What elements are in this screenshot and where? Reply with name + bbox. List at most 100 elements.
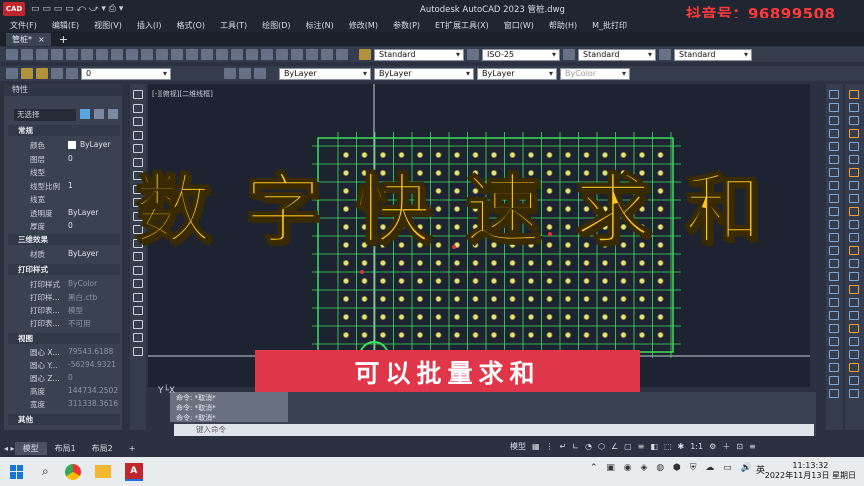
zoom-previous-icon[interactable] xyxy=(231,49,243,60)
modify-tool-icon[interactable] xyxy=(849,129,859,138)
property-value[interactable]: 黑白.ctb xyxy=(68,292,97,303)
property-value[interactable]: 311338.3616 xyxy=(68,399,118,408)
ime-indicator[interactable]: 英 xyxy=(756,463,765,476)
menu-item[interactable]: 窗口(W) xyxy=(504,20,534,31)
selection-select[interactable]: 无选择 xyxy=(14,109,76,121)
markup-icon[interactable] xyxy=(306,49,318,60)
search-icon[interactable]: ⌕ xyxy=(42,464,49,479)
menu-item[interactable]: 插入(I) xyxy=(137,20,162,31)
modify-tool-icon[interactable] xyxy=(849,389,859,398)
windows-start-icon[interactable] xyxy=(10,464,24,479)
dimension-tool-icon[interactable] xyxy=(829,389,839,398)
save-icon[interactable] xyxy=(36,49,48,60)
viewport-label[interactable]: [-][俯视][二维线框] xyxy=(152,89,213,99)
dimension-tool-icon[interactable] xyxy=(829,350,839,359)
multileader-style-select[interactable]: Standard xyxy=(674,48,752,61)
transparency-icon[interactable]: ◧ xyxy=(650,442,658,451)
lock-icon[interactable] xyxy=(51,68,63,79)
command-input[interactable]: 键入命令 xyxy=(174,424,814,436)
menu-item[interactable]: ET扩展工具(X) xyxy=(435,20,489,31)
modify-tool-icon[interactable] xyxy=(849,90,859,99)
sun-icon[interactable] xyxy=(36,68,48,79)
menu-item[interactable]: 绘图(D) xyxy=(262,20,290,31)
model-space-button[interactable]: 模型 xyxy=(510,441,526,452)
modify-tool-icon[interactable] xyxy=(849,259,859,268)
dimension-tool-icon[interactable] xyxy=(829,324,839,333)
dimension-tool-icon[interactable] xyxy=(829,311,839,320)
menu-item[interactable]: 编辑(E) xyxy=(52,20,79,31)
modify-tool-icon[interactable] xyxy=(849,207,859,216)
menu-item[interactable]: 工具(T) xyxy=(220,20,247,31)
new-tab-button[interactable]: + xyxy=(59,33,68,46)
dimension-tool-icon[interactable] xyxy=(829,272,839,281)
dimension-tool-icon[interactable] xyxy=(829,129,839,138)
modify-tool-icon[interactable] xyxy=(849,181,859,190)
modify-tool-icon[interactable] xyxy=(849,363,859,372)
add-layout-icon[interactable]: + xyxy=(121,442,144,455)
modify-tool-icon[interactable] xyxy=(849,246,859,255)
autocad-taskbar-icon[interactable]: A xyxy=(124,462,143,481)
quick-access-icons[interactable]: ▭ ▭ ▭ ▭ ⤺ ⤻ ▾ ⎙ ▾ xyxy=(31,4,123,14)
menu-item[interactable]: M_批打印 xyxy=(592,20,627,31)
dimension-tool-icon[interactable] xyxy=(829,298,839,307)
dimension-tool-icon[interactable] xyxy=(829,363,839,372)
menu-item[interactable]: 文件(F) xyxy=(10,20,37,31)
modify-tool-icon[interactable] xyxy=(849,168,859,177)
draw-tool-icon[interactable] xyxy=(133,306,143,315)
undo-icon[interactable] xyxy=(156,49,168,60)
system-tray-icons[interactable]: ⌃ ▣ ◉ ◈ ◍ ⬢ ⛨ ☁ ▭ 🔊 xyxy=(590,463,755,473)
clock[interactable]: 11:13:32 2022年11月13日 星期日 xyxy=(765,461,856,481)
modify-tool-icon[interactable] xyxy=(849,194,859,203)
zoom-window-icon[interactable] xyxy=(216,49,228,60)
menu-item[interactable]: 标注(N) xyxy=(306,20,334,31)
workspace-gear-icon[interactable]: ⚙ xyxy=(709,442,716,451)
modify-tool-icon[interactable] xyxy=(849,155,859,164)
property-value[interactable]: ByLayer xyxy=(80,140,111,149)
layer-select[interactable]: 0 xyxy=(81,67,171,80)
modify-tool-icon[interactable] xyxy=(849,311,859,320)
section-view[interactable]: 视图 xyxy=(8,333,120,344)
layer-previous-icon[interactable] xyxy=(239,68,251,79)
modify-tool-icon[interactable] xyxy=(849,272,859,281)
layout-tab[interactable]: 模型 xyxy=(14,441,47,455)
draw-tool-icon[interactable] xyxy=(133,346,143,356)
annotation-visibility-icon[interactable]: ✱ xyxy=(678,442,685,451)
dimension-tool-icon[interactable] xyxy=(829,376,839,385)
select-objects-icon[interactable] xyxy=(94,109,104,119)
matchprop-icon[interactable] xyxy=(141,49,153,60)
modify-tool-icon[interactable] xyxy=(849,350,859,359)
dimension-tool-icon[interactable] xyxy=(829,337,839,346)
preview-icon[interactable] xyxy=(66,49,78,60)
property-value[interactable]: -56294.9321 xyxy=(68,360,116,369)
linetype-select[interactable]: ByLayer xyxy=(374,67,474,80)
modify-tool-icon[interactable] xyxy=(849,233,859,242)
make-current-icon[interactable] xyxy=(224,68,236,79)
modify-tool-icon[interactable] xyxy=(849,220,859,229)
snap-icon[interactable]: ⋮ xyxy=(546,442,554,451)
property-value[interactable]: 0 xyxy=(68,373,73,382)
dim-style-select[interactable]: ISO-25 xyxy=(482,48,560,61)
menu-item[interactable]: 视图(V) xyxy=(94,20,122,31)
close-icon[interactable]: × xyxy=(38,35,45,44)
redo-icon[interactable] xyxy=(171,49,183,60)
draw-tool-icon[interactable] xyxy=(133,90,143,99)
menu-item[interactable]: 帮助(H) xyxy=(549,20,577,31)
modify-tool-icon[interactable] xyxy=(849,103,859,112)
file-explorer-icon[interactable] xyxy=(94,465,111,478)
property-value[interactable]: 模型 xyxy=(68,305,83,316)
help-icon[interactable] xyxy=(336,49,348,60)
new-icon[interactable] xyxy=(6,49,18,60)
menu-item[interactable]: 格式(O) xyxy=(176,20,205,31)
dimension-tool-icon[interactable] xyxy=(829,103,839,112)
tab-scroll-icon[interactable]: ◂ ▸ xyxy=(4,444,15,453)
isodraft-icon[interactable]: ⬡ xyxy=(598,442,605,451)
chrome-icon[interactable] xyxy=(64,463,81,480)
section-general[interactable]: 常规 xyxy=(8,125,120,136)
layout-tab[interactable]: 布局2 xyxy=(84,442,121,455)
autocad-logo-icon[interactable]: CAD xyxy=(3,2,25,16)
open-icon[interactable] xyxy=(21,49,33,60)
lineweight-select[interactable]: ByLayer xyxy=(477,67,557,80)
grid-icon[interactable]: ▦ xyxy=(532,442,540,451)
osnap-tracking-icon[interactable]: ∠ xyxy=(611,442,618,451)
draw-tool-icon[interactable] xyxy=(133,333,143,342)
